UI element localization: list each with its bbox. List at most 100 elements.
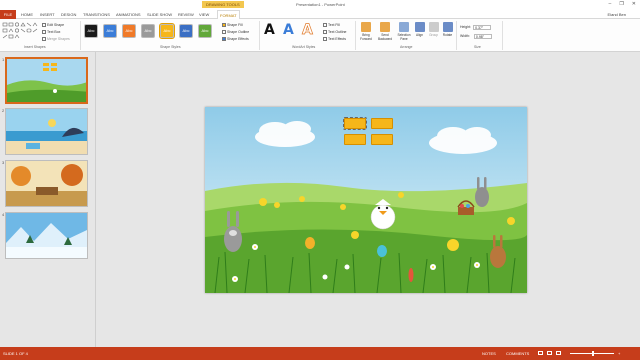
group-button[interactable]: Group bbox=[427, 22, 440, 37]
thumbnail-slide-2[interactable] bbox=[5, 108, 88, 155]
bring-forward-icon bbox=[361, 22, 371, 32]
rotate-label: Rotate bbox=[442, 33, 453, 37]
text-outline-button[interactable]: Text Outline bbox=[323, 29, 346, 34]
bring-forward-label: Bring Forward bbox=[360, 33, 372, 41]
shape-fill-button[interactable]: Shape Fill bbox=[222, 22, 243, 27]
separator bbox=[355, 21, 356, 50]
bring-forward-button[interactable]: Bring Forward bbox=[358, 22, 374, 41]
rotate-button[interactable]: Rotate bbox=[441, 22, 454, 37]
window-controls: – ❐ ✕ bbox=[609, 0, 636, 9]
selection-pane-button[interactable]: Selection Pane bbox=[396, 22, 412, 41]
tab-animations[interactable]: ANIMATIONS bbox=[116, 10, 141, 19]
shape-outline-button[interactable]: Shape Outline bbox=[222, 29, 249, 34]
zoom-in-button[interactable]: + bbox=[618, 351, 620, 356]
height-input[interactable]: 0.37" bbox=[473, 24, 492, 30]
group-icon bbox=[428, 22, 439, 32]
text-effects-label: Text Effects bbox=[328, 36, 347, 41]
insert-shapes-group-label: Insert Shapes bbox=[24, 45, 46, 49]
edit-shape-icon bbox=[42, 22, 46, 27]
align-label: Align bbox=[415, 33, 424, 37]
size-group-label: Size bbox=[474, 45, 481, 49]
thumbnail-number: 2 bbox=[2, 108, 5, 113]
send-backward-label: Send Backward bbox=[378, 33, 392, 41]
thumbnail-number: 3 bbox=[2, 160, 5, 165]
tab-slideshow[interactable]: SLIDE SHOW bbox=[147, 10, 172, 19]
slide-sorter-icon[interactable] bbox=[547, 351, 552, 355]
normal-view-icon[interactable] bbox=[538, 351, 543, 355]
text-fill-label: Text Fill bbox=[328, 22, 340, 27]
thumbnail-slide-1[interactable] bbox=[5, 57, 88, 104]
tab-view[interactable]: VIEW bbox=[199, 10, 209, 19]
shape-style-swatch[interactable]: Abc bbox=[122, 24, 136, 38]
shape-effects-button[interactable]: Shape Effects bbox=[222, 36, 249, 41]
shape-effects-label: Shape Effects bbox=[227, 36, 249, 41]
thumbnail-slide-3[interactable] bbox=[5, 160, 88, 207]
effects-icon bbox=[222, 36, 226, 41]
answer-box-3[interactable] bbox=[344, 134, 366, 145]
edit-shape-button[interactable]: Edit Shape bbox=[42, 22, 64, 27]
text-effects-button[interactable]: Text Effects bbox=[323, 36, 346, 41]
text-fill-icon bbox=[323, 22, 327, 27]
drawing-tools-context-tab[interactable]: DRAWING TOOLS bbox=[202, 1, 244, 8]
tab-transitions[interactable]: TRANSITIONS bbox=[83, 10, 110, 19]
tab-insert[interactable]: INSERT bbox=[40, 10, 55, 19]
restore-button[interactable]: ❐ bbox=[619, 0, 623, 9]
shape-style-swatch[interactable]: Abc bbox=[103, 24, 117, 38]
text-box-button[interactable]: Text Box bbox=[42, 29, 60, 34]
selection-pane-icon bbox=[399, 22, 409, 32]
wordart-style-1[interactable]: A bbox=[264, 22, 275, 38]
meadow-thumbnail-image bbox=[7, 59, 86, 102]
tab-format[interactable]: FORMAT bbox=[217, 10, 240, 19]
shapes-gallery[interactable] bbox=[2, 22, 40, 42]
answer-box-2[interactable] bbox=[371, 118, 393, 129]
tab-home[interactable]: HOME bbox=[21, 10, 33, 19]
text-outline-icon bbox=[323, 29, 327, 34]
zoom-slider-handle[interactable] bbox=[592, 351, 594, 356]
tab-design[interactable]: DESIGN bbox=[61, 10, 76, 19]
text-outline-label: Text Outline bbox=[328, 29, 347, 34]
slide-editing-area bbox=[97, 52, 640, 347]
slide-thumbnails-pane: 1 2 3 4 bbox=[0, 52, 96, 347]
minimize-button[interactable]: – bbox=[609, 0, 612, 9]
reading-view-icon[interactable] bbox=[556, 351, 561, 355]
text-fill-button[interactable]: Text Fill bbox=[323, 22, 340, 27]
user-account[interactable]: Eland Ben bbox=[608, 10, 626, 19]
slide-counter: SLIDE 1 OF 4 bbox=[3, 351, 28, 356]
send-backward-button[interactable]: Send Backward bbox=[377, 22, 393, 41]
thumbnail-slide-4[interactable] bbox=[5, 212, 88, 259]
align-button[interactable]: Align bbox=[413, 22, 426, 37]
answer-box-1[interactable] bbox=[343, 117, 367, 130]
wordart-style-3[interactable]: A bbox=[302, 22, 314, 39]
shape-style-swatch[interactable]: Abc bbox=[141, 24, 155, 38]
pen-icon bbox=[222, 29, 226, 34]
wordart-styles-group-label: WordArt Styles bbox=[292, 45, 316, 49]
shape-style-swatch[interactable]: Abc bbox=[179, 24, 193, 38]
wordart-style-2[interactable]: A bbox=[283, 22, 294, 38]
merge-shapes-button[interactable]: Merge Shapes bbox=[42, 36, 70, 41]
autumn-thumbnail-image bbox=[6, 161, 87, 206]
easter-meadow-background bbox=[205, 107, 527, 293]
shape-style-swatch[interactable]: Abc bbox=[198, 24, 212, 38]
shape-outline-label: Shape Outline bbox=[227, 29, 250, 34]
powerpoint-window: DRAWING TOOLS Presentation1 - PowerPoint… bbox=[0, 0, 640, 360]
thumbnail-number: 1 bbox=[2, 57, 5, 62]
comments-button[interactable]: COMMENTS bbox=[506, 351, 529, 356]
close-button[interactable]: ✕ bbox=[632, 0, 636, 9]
shape-style-swatch[interactable]: Abc bbox=[159, 23, 175, 39]
document-title: Presentation1 - PowerPoint bbox=[296, 2, 345, 7]
text-effects-icon bbox=[323, 36, 327, 41]
width-field: Width: 0.98" bbox=[460, 33, 492, 39]
group-label: Group bbox=[429, 33, 438, 37]
shape-style-swatch[interactable]: Abc bbox=[84, 24, 98, 38]
tab-file[interactable]: FILE bbox=[0, 10, 16, 19]
rotate-icon bbox=[442, 22, 453, 32]
paint-bucket-icon bbox=[222, 22, 226, 27]
ribbon: Edit Shape Text Box Merge Shapes Insert … bbox=[0, 19, 640, 52]
merge-shapes-label: Merge Shapes bbox=[47, 36, 70, 41]
notes-button[interactable]: NOTES bbox=[482, 351, 496, 356]
answer-box-4[interactable] bbox=[371, 134, 393, 145]
tab-review[interactable]: REVIEW bbox=[178, 10, 194, 19]
text-box-icon bbox=[42, 29, 46, 34]
width-input[interactable]: 0.98" bbox=[473, 33, 492, 39]
current-slide[interactable] bbox=[205, 107, 527, 293]
